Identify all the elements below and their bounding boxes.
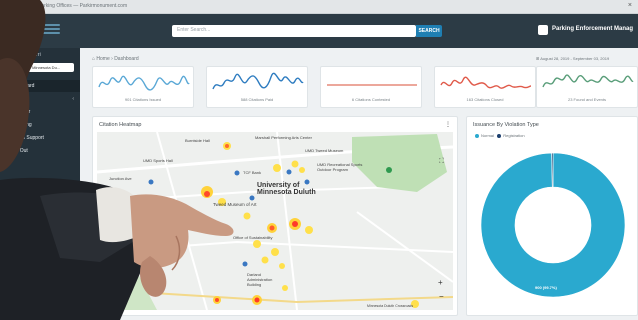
welcome-text: Welcome Kerri — [8, 52, 41, 58]
date-range[interactable]: ⊞ August 28, 2019 - September 03, 2019 — [536, 56, 609, 61]
sparkline-paid — [212, 72, 304, 90]
fullscreen-icon[interactable]: ⛶ — [439, 158, 444, 166]
app-logo[interactable] — [20, 24, 60, 36]
kpi-card-issued[interactable]: 901 Citations Issued — [92, 66, 194, 108]
sidebar-item-label: Citation — [10, 96, 27, 102]
map-label: UMD Sports Hall — [143, 158, 173, 163]
kpi-label: 588 Citations Paid — [240, 97, 274, 102]
browser-bar: Parking Offices — Parkirmonument.com × — [0, 0, 638, 14]
sparkline-contested — [327, 84, 417, 86]
menu-icon[interactable]: ⋮ — [445, 121, 451, 128]
search-input[interactable]: Enter Search... — [172, 25, 416, 37]
card-title: Issuance By Violation Type — [473, 122, 539, 128]
map-label: Minnesota Duluth Crossroads — [367, 304, 414, 308]
kpi-label: 23 Found and Events — [567, 97, 607, 102]
top-header: Enter Search... SEARCH Parking Enforceme… — [0, 14, 638, 48]
citation-heatmap-map[interactable]: Burntside Hall Marshall Performing Arts … — [97, 132, 453, 310]
violation-type-card: Issuance By Violation Type Normal Regist… — [466, 116, 638, 316]
map-label: Darland Administration Building — [247, 272, 273, 287]
kpi-label: 163 Citations Closed — [466, 97, 504, 102]
sidebar-item-help[interactable]: Help & Support — [0, 132, 80, 144]
kpi-label: 901 Citations Issued — [124, 97, 162, 102]
map-label: Marshall Performing Arts Center — [255, 135, 312, 140]
app-title: Parking Enforcement Manag — [552, 26, 634, 32]
map-label: Tweed Museum of Art — [213, 202, 257, 207]
breadcrumb[interactable]: ⌂ Home › Dashboard — [92, 56, 139, 62]
map-label: Burntside Hall — [185, 138, 210, 143]
sidebar-item-logout[interactable]: Log Out — [0, 145, 80, 157]
parking-icon — [538, 25, 548, 35]
map-label: UMD Recreational Sports Outdoor Program — [317, 162, 363, 172]
search-button[interactable]: SEARCH — [416, 25, 442, 37]
close-icon[interactable]: × — [628, 2, 632, 9]
kpi-card-closed[interactable]: 163 Citations Closed — [434, 66, 536, 108]
sparkline-closed — [440, 76, 532, 89]
zoom-in-icon[interactable]: + — [438, 278, 443, 287]
kpi-label: 6 Citations Contested — [351, 97, 391, 102]
map-label: UMD Tweed Museum — [305, 148, 344, 153]
map-label: Junction Ave — [109, 176, 132, 181]
sidebar-item-calendar[interactable]: Calendar — [0, 106, 80, 118]
organization-select[interactable]: University of Minnesota Du... — [6, 63, 74, 72]
zoom-out-icon[interactable]: − — [439, 292, 444, 301]
monitor-screen: Parking Offices — Parkirmonument.com × E… — [0, 0, 638, 320]
donut-chart[interactable] — [467, 137, 638, 317]
kpi-card-contested[interactable]: 6 Citations Contested — [320, 66, 422, 108]
heatmap-card: Citation Heatmap ⋮ Burntside Hall Marsha… — [92, 116, 458, 316]
card-title: Citation Heatmap — [99, 122, 142, 128]
kpi-card-events[interactable]: 23 Found and Events — [536, 66, 638, 108]
search-placeholder: Enter Search... — [177, 27, 211, 33]
chevron-right-icon: ‹ — [72, 96, 74, 102]
map-label: Office of Sustainability — [233, 235, 273, 240]
donut-data-label: 900 (99.7%) — [535, 285, 557, 290]
sidebar: Welcome Kerri University of Minnesota Du… — [0, 48, 80, 320]
browser-url[interactable]: Parking Offices — Parkirmonument.com — [38, 3, 127, 9]
sidebar-item-reporting[interactable]: Reporting — [0, 119, 80, 131]
map-label: TCF Bank — [243, 170, 262, 175]
map-label: University of Minnesota Duluth — [257, 182, 316, 196]
sidebar-item-dashboard[interactable]: Dashboard — [0, 80, 80, 92]
sidebar-item-citation[interactable]: Citation ‹ — [0, 93, 80, 105]
sparkline-issued — [98, 75, 190, 91]
kpi-card-paid[interactable]: 588 Citations Paid — [206, 66, 308, 108]
sparkline-events — [542, 74, 634, 88]
